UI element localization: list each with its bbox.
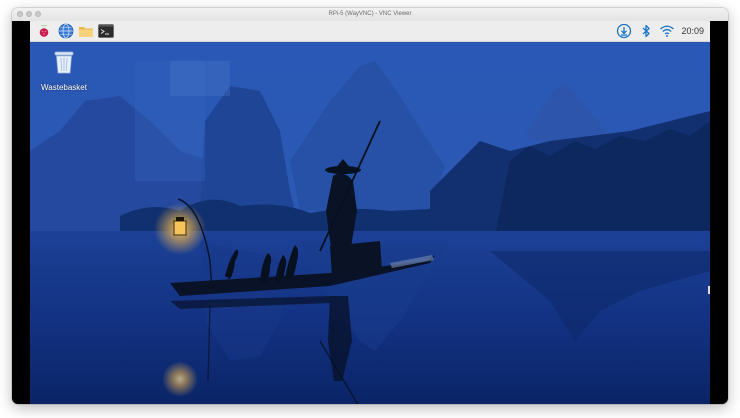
wastebasket-label: Wastebasket — [41, 83, 87, 92]
file-manager-folder-icon[interactable] — [78, 23, 94, 39]
update-download-icon[interactable] — [616, 23, 632, 39]
wastebasket-icon — [54, 51, 74, 74]
terminal-icon[interactable] — [98, 23, 114, 39]
desktop-icon-wastebasket[interactable]: Wastebasket — [36, 47, 92, 95]
wallpaper-image — [30, 41, 710, 404]
remote-desktop[interactable]: 20:09 Wastebasket — [30, 21, 710, 404]
web-browser-globe-icon[interactable] — [58, 23, 74, 39]
bluetooth-icon[interactable] — [638, 23, 654, 39]
panel-clock[interactable]: 20:09 — [681, 23, 704, 39]
vnc-viewer-window: RPi-5 (WayVNC) - VNC Viewer 20:09 Wasteb… — [12, 8, 728, 404]
window-title: RPi-5 (WayVNC) - VNC Viewer — [328, 11, 412, 17]
viewer-scroll-indicator[interactable] — [708, 286, 710, 294]
raspberry-pi-menu-icon[interactable] — [36, 23, 52, 39]
taskbar-panel: 20:09 — [30, 21, 710, 42]
title-bar[interactable]: RPi-5 (WayVNC) - VNC Viewer — [12, 8, 728, 22]
wifi-icon[interactable] — [659, 23, 675, 39]
remote-screen[interactable]: 20:09 Wastebasket — [12, 21, 728, 404]
